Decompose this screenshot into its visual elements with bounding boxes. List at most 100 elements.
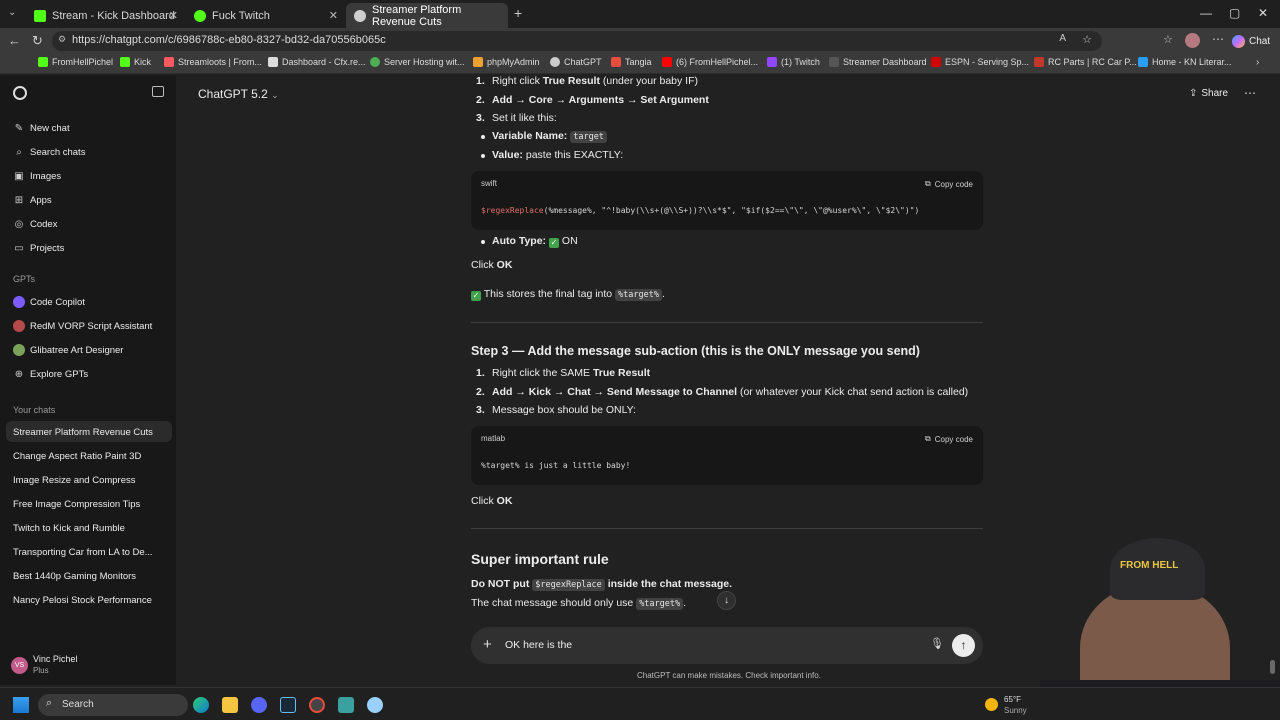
avatar: VS bbox=[11, 657, 28, 674]
more-menu-icon[interactable]: ⋯ bbox=[1212, 32, 1224, 46]
microphone-icon[interactable]: 🎙 bbox=[930, 637, 944, 650]
profile-avatar[interactable] bbox=[1185, 33, 1200, 48]
bookmark[interactable]: Dashboard - Cfx.re... bbox=[268, 57, 366, 67]
rule-line: The chat message should only use %target… bbox=[471, 597, 687, 610]
chat-item[interactable]: Streamer Platform Revenue Cuts bbox=[13, 427, 153, 438]
chat-item[interactable]: Change Aspect Ratio Paint 3D bbox=[13, 451, 141, 462]
search-chats-button[interactable]: ⌕ Search chats bbox=[13, 146, 85, 158]
kick-icon bbox=[194, 9, 206, 22]
divider bbox=[471, 528, 983, 529]
collapse-sidebar-icon[interactable] bbox=[152, 86, 164, 97]
tab-kick-dashboard[interactable]: Stream - Kick Dashboard ✕ bbox=[26, 3, 186, 28]
copilot-chat-button[interactable]: Chat bbox=[1232, 32, 1270, 50]
code-language: swift bbox=[481, 179, 497, 188]
bookmark[interactable]: Server Hosting wit... bbox=[370, 57, 465, 67]
edge-icon[interactable] bbox=[193, 697, 209, 713]
steam-icon[interactable] bbox=[280, 697, 296, 713]
bookmark[interactable]: (1) Twitch bbox=[767, 57, 820, 67]
gpt-glibatree[interactable]: Glibatree Art Designer bbox=[13, 344, 123, 356]
discord-icon[interactable] bbox=[251, 697, 267, 713]
url-text: https://chatgpt.com/c/6986788c-eb80-8327… bbox=[72, 34, 386, 46]
more-options-icon[interactable]: ⋯ bbox=[1244, 86, 1256, 100]
user-name: Vinc Pichel bbox=[33, 654, 78, 664]
openai-logo-icon[interactable] bbox=[13, 86, 27, 100]
edit-icon: ✎ bbox=[14, 122, 24, 134]
checkmark-icon: ✓ bbox=[471, 291, 481, 301]
tab-streamer-revenue[interactable]: Streamer Platform Revenue Cuts bbox=[346, 3, 508, 28]
tab-fuck-twitch[interactable]: Fuck Twitch ✕ bbox=[186, 3, 346, 28]
send-button[interactable]: ↑ bbox=[952, 634, 975, 657]
back-icon[interactable]: ← bbox=[8, 33, 21, 48]
bookmark[interactable]: ChatGPT bbox=[550, 57, 602, 67]
app-icon[interactable] bbox=[367, 697, 383, 713]
close-icon[interactable]: ✕ bbox=[169, 9, 178, 22]
redm-avatar bbox=[13, 320, 25, 332]
user-menu[interactable]: VS Vinc Pichel Plus bbox=[11, 653, 161, 679]
bookmark[interactable]: FromHellPichel bbox=[38, 57, 113, 67]
bookmark[interactable]: (6) FromHellPichel... bbox=[662, 57, 758, 67]
tab-title: Stream - Kick Dashboard bbox=[52, 9, 175, 22]
glibatree-avatar bbox=[13, 344, 25, 356]
url-field[interactable]: ⚙ https://chatgpt.com/c/6986788c-eb80-83… bbox=[52, 31, 1102, 51]
images-button[interactable]: ▣ Images bbox=[13, 170, 61, 182]
refresh-icon[interactable]: ↻ bbox=[32, 33, 43, 49]
share-button[interactable]: ⇪ Share bbox=[1189, 88, 1228, 99]
site-info-icon[interactable]: ⚙ bbox=[58, 34, 66, 45]
bookmark[interactable]: ESPN - Serving Sp... bbox=[931, 57, 1029, 67]
copy-code-button[interactable]: ⧉ Copy code bbox=[925, 179, 973, 189]
new-chat-button[interactable]: ✎ New chat bbox=[13, 122, 70, 134]
tab-list-chevron-icon[interactable]: ⌄ bbox=[8, 7, 16, 18]
read-aloud-icon[interactable]: A bbox=[1059, 33, 1066, 44]
projects-button[interactable]: ▭ Projects bbox=[13, 242, 64, 254]
bullet bbox=[481, 135, 485, 139]
chat-item[interactable]: Image Resize and Compress bbox=[13, 475, 136, 486]
app-icon[interactable] bbox=[338, 697, 354, 713]
bullet bbox=[481, 154, 485, 158]
chat-item[interactable]: Nancy Pelosi Stock Performance bbox=[13, 595, 152, 606]
bookmark[interactable]: RC Parts | RC Car P... bbox=[1034, 57, 1137, 67]
add-attachment-icon[interactable]: + bbox=[483, 636, 492, 653]
step-line: Message box should be ONLY: bbox=[492, 404, 636, 416]
model-selector[interactable]: ChatGPT 5.2 ⌄ bbox=[198, 87, 279, 101]
app-icon[interactable] bbox=[309, 697, 325, 713]
star-icon[interactable]: ☆ bbox=[1082, 33, 1092, 46]
chat-item[interactable]: Transporting Car from LA to De... bbox=[13, 547, 153, 558]
more-bookmarks-icon[interactable]: › bbox=[1256, 57, 1259, 68]
codex-button[interactable]: ◎ Codex bbox=[13, 218, 58, 230]
chat-item[interactable]: Twitch to Kick and Rumble bbox=[13, 523, 125, 534]
composer: + OK here is the 🎙 ↑ bbox=[471, 627, 983, 664]
rule-heading: Super important rule bbox=[471, 551, 609, 567]
share-icon: ⇪ bbox=[1189, 88, 1198, 99]
chat-item[interactable]: Best 1440p Gaming Monitors bbox=[13, 571, 136, 582]
bookmark[interactable]: Kick bbox=[120, 57, 151, 67]
copy-icon: ⧉ bbox=[925, 179, 931, 188]
folder-icon: ▭ bbox=[14, 242, 24, 254]
new-tab-icon[interactable]: + bbox=[514, 5, 522, 21]
minimize-icon[interactable]: — bbox=[1200, 6, 1212, 20]
close-icon[interactable]: ✕ bbox=[329, 9, 338, 22]
bookmark[interactable]: Streamer Dashboard bbox=[829, 57, 927, 67]
gpt-code-copilot[interactable]: Code Copilot bbox=[13, 296, 85, 308]
apps-button[interactable]: ⊞ Apps bbox=[13, 194, 52, 206]
windows-start-icon[interactable] bbox=[13, 697, 29, 713]
codex-icon: ◎ bbox=[14, 218, 24, 230]
bookmark[interactable]: phpMyAdmin bbox=[473, 57, 540, 67]
file-explorer-icon[interactable] bbox=[222, 697, 238, 713]
bookmark[interactable]: Tangia bbox=[611, 57, 652, 67]
search-icon: ⌕ bbox=[46, 697, 53, 709]
scroll-down-button[interactable]: ↓ bbox=[717, 591, 736, 610]
bookmark[interactable]: Home - KN Literar... bbox=[1138, 57, 1232, 67]
maximize-icon[interactable]: ▢ bbox=[1229, 6, 1240, 20]
message-input[interactable]: OK here is the bbox=[505, 639, 905, 651]
apps-icon: ⊞ bbox=[14, 194, 24, 206]
favorites-icon[interactable]: ☆ bbox=[1163, 33, 1173, 46]
bookmark[interactable]: Streamloots | From... bbox=[164, 57, 262, 67]
window-close-icon[interactable]: ✕ bbox=[1258, 6, 1268, 20]
copy-code-button[interactable]: ⧉ Copy code bbox=[925, 434, 973, 444]
search-label: Search bbox=[62, 699, 94, 710]
cap-logo: FROM HELL bbox=[1120, 560, 1179, 571]
explore-gpts-button[interactable]: ⊕ Explore GPTs bbox=[13, 368, 88, 380]
chat-item[interactable]: Free Image Compression Tips bbox=[13, 499, 140, 510]
gpt-redm-vorp[interactable]: RedM VORP Script Assistant bbox=[13, 320, 152, 332]
taskbar-search[interactable]: ⌕ Search bbox=[38, 694, 188, 716]
